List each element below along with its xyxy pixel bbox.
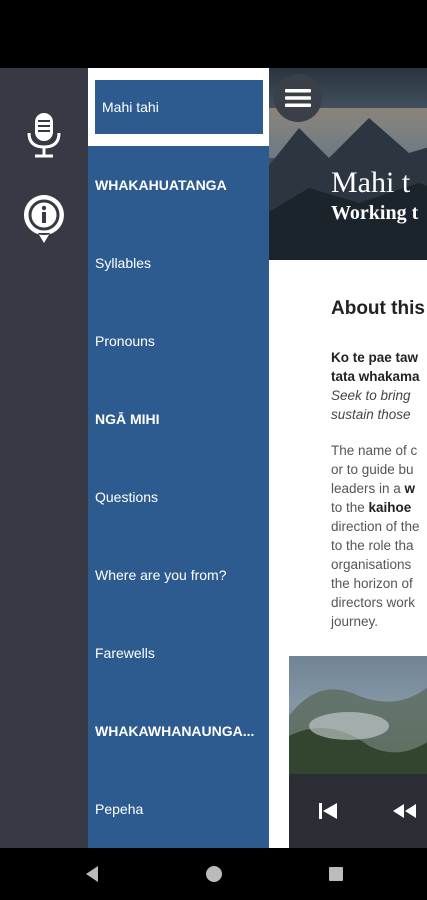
body-text: directors work <box>331 595 416 610</box>
body-text: or to guide bu <box>331 462 414 477</box>
drawer-item-label: Questions <box>95 489 159 505</box>
about-heading: About this <box>331 298 425 319</box>
skip-previous-button[interactable] <box>313 796 343 826</box>
status-bar <box>0 0 427 68</box>
skip-previous-icon <box>319 803 337 819</box>
drawer-item-label: NGĀ MIHI <box>95 411 160 427</box>
body-text-bold: kaihoe <box>368 500 412 515</box>
home-icon <box>206 866 222 882</box>
body-line: to the kaihoe <box>331 498 411 517</box>
body-text-bold: w <box>404 481 416 496</box>
drawer-item-pronouns[interactable]: Pronouns <box>88 302 269 380</box>
recents-button[interactable] <box>324 862 348 886</box>
body-text: direction of the <box>331 519 420 534</box>
info-button[interactable] <box>20 192 68 246</box>
body-line: or to guide bu <box>331 460 414 479</box>
drawer-section-nga-mihi[interactable]: NGĀ MIHI <box>88 380 269 458</box>
recents-icon <box>329 867 343 881</box>
app-frame: Mahi tahi WHAKAHUATANGA Syllables Pronou… <box>0 0 427 900</box>
home-button[interactable] <box>202 862 226 886</box>
navigation-drawer: Mahi tahi WHAKAHUATANGA Syllables Pronou… <box>88 68 269 848</box>
body-text: to the <box>331 500 369 515</box>
microphone-button[interactable] <box>20 108 68 162</box>
drawer-item-label: Pronouns <box>95 333 155 349</box>
rewind-button[interactable] <box>389 796 419 826</box>
drawer-item-label: Syllables <box>95 255 152 271</box>
info-icon <box>23 195 64 243</box>
drawer-item-where-are-you-from[interactable]: Where are you from? <box>88 536 269 614</box>
body-line: to the role tha <box>331 536 414 555</box>
body-line: direction of the <box>331 517 420 536</box>
drawer-item-pepeha[interactable]: Pepeha <box>88 770 269 848</box>
body-text: journey. <box>331 614 379 629</box>
body-text: organisations <box>331 557 412 572</box>
drawer-section-whakahuatanga[interactable]: WHAKAHUATANGA <box>88 146 269 224</box>
body-line: the horizon of <box>331 574 413 593</box>
back-button[interactable] <box>80 862 104 886</box>
side-rail <box>0 68 88 848</box>
drawer-item-label: Pepeha <box>95 801 144 817</box>
drawer-item-label: Mahi tahi <box>102 99 159 115</box>
body-line: leaders in a w <box>331 479 415 498</box>
body-line: The name of c <box>331 441 417 460</box>
body-text: leaders in a <box>331 481 405 496</box>
system-navigation-bar <box>0 848 427 900</box>
drawer-item-label: WHAKAHUATANGA <box>95 177 227 193</box>
drawer-item-farewells[interactable]: Farewells <box>88 614 269 692</box>
drawer-item-label: WHAKAWHANAUNGA... <box>95 723 255 739</box>
main-content: Mahi t Working t About this Ko te pae ta… <box>269 68 427 848</box>
body-line: directors work <box>331 593 415 612</box>
body-text: the horizon of <box>331 576 413 591</box>
body-text: to the role tha <box>331 538 414 553</box>
hero-subtitle: Working t <box>331 202 419 224</box>
body-line: journey. <box>331 612 378 631</box>
body-line: organisations <box>331 555 411 574</box>
drawer-item-label: Where are you from? <box>95 567 227 583</box>
hero-title: Mahi t <box>331 166 411 199</box>
body-text: The name of c <box>331 443 418 458</box>
menu-button[interactable] <box>274 74 322 122</box>
drawer-item-label: Farewells <box>95 645 155 661</box>
back-icon <box>86 866 98 882</box>
rewind-icon <box>393 804 416 818</box>
proverb-translation-line: sustain those <box>331 407 411 422</box>
drawer-section-whakawhanaunga[interactable]: WHAKAWHANAUNGA... <box>88 692 269 770</box>
proverb-translation-line: Seek to bring <box>331 388 411 403</box>
drawer-item-mahi-tahi[interactable]: Mahi tahi <box>88 68 269 146</box>
proverb-line: Ko te pae taw <box>331 350 419 365</box>
audio-player <box>289 774 427 848</box>
hamburger-icon <box>285 89 311 107</box>
proverb-line: tata whakama <box>331 369 420 384</box>
drawer-item-questions[interactable]: Questions <box>88 458 269 536</box>
microphone-icon <box>27 113 61 158</box>
drawer-item-syllables[interactable]: Syllables <box>88 224 269 302</box>
